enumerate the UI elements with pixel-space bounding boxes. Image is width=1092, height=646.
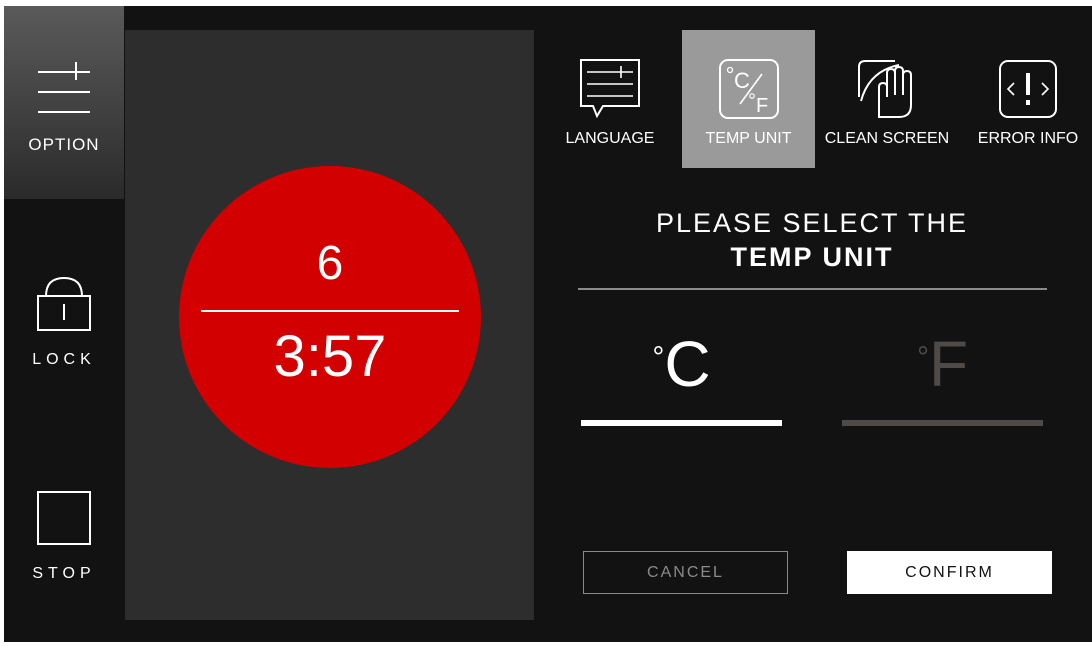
celsius-selected-bar	[581, 420, 782, 426]
tab-temp-unit[interactable]: C F TEMP UNIT	[682, 30, 815, 168]
timer-circle[interactable]: 6 3:57	[179, 166, 481, 468]
svg-text:C: C	[734, 68, 750, 93]
confirm-button[interactable]: CONFIRM	[847, 551, 1052, 594]
sliders-icon	[36, 56, 92, 125]
language-speech-icon	[579, 56, 641, 122]
option-button[interactable]: OPTION	[4, 6, 124, 199]
timer-divider	[201, 310, 459, 312]
fahrenheit-letter: F	[928, 328, 969, 400]
temp-unit-icon: C F	[718, 56, 780, 122]
prompt-line-1: PLEASE SELECT THE	[655, 208, 969, 238]
stop-square-icon	[36, 490, 92, 551]
prompt-divider	[578, 288, 1047, 290]
timer-panel: 6 3:57	[125, 30, 534, 620]
stop-button[interactable]: STOP	[4, 484, 124, 604]
tab-language-label: LANGUAGE	[565, 130, 655, 147]
timer-remaining: 3:57	[273, 324, 387, 389]
celsius-letter: C	[664, 328, 711, 400]
option-label: OPTION	[28, 135, 100, 154]
fahrenheit-bar	[842, 420, 1043, 426]
cancel-button[interactable]: CANCEL	[583, 551, 788, 594]
fahrenheit-option[interactable]: °F	[842, 324, 1043, 426]
hand-wipe-icon	[855, 56, 919, 122]
tab-clean-screen-label: CLEAN SCREEN	[824, 130, 950, 147]
select-prompt: PLEASE SELECT THE TEMP UNIT	[578, 206, 1046, 274]
tab-error-info[interactable]: ERROR INFO	[964, 30, 1092, 168]
tab-clean-screen[interactable]: CLEAN SCREEN	[819, 30, 955, 168]
prompt-line-2: TEMP UNIT	[730, 242, 894, 272]
svg-text:F: F	[756, 95, 768, 117]
power-level: 6	[316, 237, 344, 290]
tab-error-info-label: ERROR INFO	[977, 130, 1079, 147]
celsius-symbol: °C	[581, 324, 782, 404]
celsius-option[interactable]: °C	[581, 324, 782, 426]
fahrenheit-symbol: °F	[842, 324, 1043, 404]
error-exclamation-icon	[998, 56, 1058, 122]
oven-control-screen: OPTION LOCK STOP 6 3:57 LANGUAGE C F TEM…	[4, 6, 1092, 642]
stop-label: STOP	[32, 565, 96, 582]
lock-label: LOCK	[32, 351, 96, 368]
lock-button[interactable]: LOCK	[4, 264, 124, 384]
celsius-degree: °	[652, 341, 665, 374]
tab-language[interactable]: LANGUAGE	[552, 30, 668, 168]
padlock-icon	[35, 274, 93, 339]
fahrenheit-degree: °	[916, 341, 929, 374]
tab-temp-unit-label: TEMP UNIT	[705, 130, 792, 147]
